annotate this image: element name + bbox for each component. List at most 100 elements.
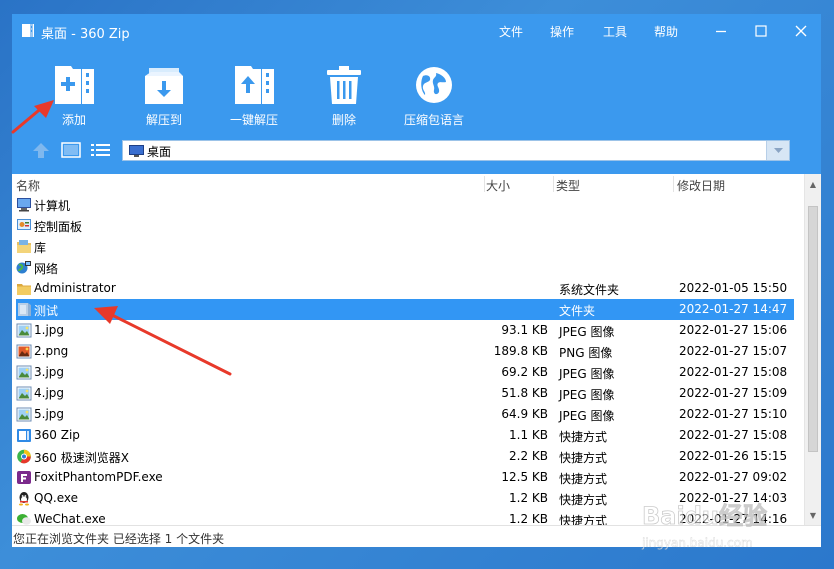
file-type: 快捷方式 [559, 430, 608, 444]
file-row[interactable]: 360 极速浏览器X 2.2 KB 快捷方式 2022-01-26 15:15 [12, 446, 794, 467]
close-icon [795, 25, 807, 37]
scroll-down-button[interactable]: ▼ [805, 507, 821, 523]
file-size: 1.2 KB [509, 512, 548, 525]
extract-to-icon [145, 68, 183, 104]
file-list-panel: 名称 大小 类型 修改日期 计算机 控制面板库网络 Administrator 系统文… [12, 174, 821, 525]
menu-operate[interactable]: 操作 [550, 23, 574, 40]
menu-help[interactable]: 帮助 [654, 23, 678, 40]
column-divider[interactable] [673, 176, 674, 192]
file-row[interactable]: Administrator 系统文件夹 2022-01-05 15:50 [12, 278, 794, 299]
file-name: 4.jpg [34, 386, 65, 400]
file-name: 计算机 [34, 199, 71, 213]
desktop-icon [129, 145, 144, 157]
image-icon [16, 386, 32, 401]
archive-language-button[interactable]: 压缩包语言 [399, 64, 469, 128]
scrollbar-thumb[interactable] [808, 206, 818, 452]
file-row[interactable]: 360 Zip 1.1 KB 快捷方式 2022-01-27 15:08 [12, 425, 794, 446]
file-type: JPEG 图像 [559, 367, 615, 381]
image-icon [16, 323, 32, 338]
file-type: 快捷方式 [559, 493, 608, 507]
scroll-up-button[interactable]: ▲ [805, 176, 821, 192]
file-modified-date: 2022-01-27 14:47 [679, 302, 788, 316]
maximize-button[interactable] [748, 20, 774, 42]
add-button[interactable]: 添加 [39, 64, 109, 128]
minimize-button[interactable] [708, 20, 734, 42]
file-row[interactable]: 库 [12, 236, 794, 257]
file-row[interactable]: QQ.exe 1.2 KB 快捷方式 2022-01-27 14:03 [12, 488, 794, 509]
file-size: 64.9 KB [501, 407, 548, 421]
file-modified-date: 2022-01-27 15:06 [679, 323, 788, 337]
column-divider[interactable] [553, 176, 554, 192]
file-size: 12.5 KB [501, 470, 548, 484]
zip-app-icon [22, 24, 34, 37]
delete-label: 删除 [331, 113, 356, 127]
file-row[interactable]: 计算机 [12, 194, 794, 215]
file-modified-date: 2022-01-27 15:08 [679, 428, 788, 442]
file-row[interactable]: 控制面板 [12, 215, 794, 236]
delete-button[interactable]: 删除 [309, 64, 379, 128]
file-row[interactable]: 1.jpg 93.1 KB JPEG 图像 2022-01-27 15:06 [12, 320, 794, 341]
address-bar[interactable]: 桌面 [122, 140, 790, 161]
file-size: 189.8 KB [493, 344, 548, 358]
column-divider[interactable] [484, 176, 485, 192]
file-name: 控制面板 [34, 220, 83, 234]
file-type: JPEG 图像 [559, 409, 615, 423]
column-size[interactable]: 大小 [486, 177, 510, 194]
file-size: 1.1 KB [509, 428, 548, 442]
file-modified-date: 2022-01-27 14:03 [679, 491, 788, 505]
file-type: JPEG 图像 [559, 388, 615, 402]
status-bar: 您正在浏览文件夹 已经选择 1 个文件夹 [12, 525, 821, 547]
one-click-extract-icon [235, 66, 274, 104]
folder-icon [16, 281, 32, 296]
file-type: 快捷方式 [559, 514, 608, 525]
file-row[interactable]: 2.png 189.8 KB PNG 图像 2022-01-27 15:07 [12, 341, 794, 362]
file-size: 51.8 KB [501, 386, 548, 400]
file-row[interactable]: 测试 文件夹 2022-01-27 14:47 [16, 299, 794, 320]
browser-icon [16, 449, 32, 464]
file-row[interactable]: FoxitPhantomPDF.exe 12.5 KB 快捷方式 2022-01-27… [12, 467, 794, 488]
file-type: 快捷方式 [559, 451, 608, 465]
file-modified-date: 2022-01-27 15:07 [679, 344, 788, 358]
menu-file[interactable]: 文件 [499, 23, 523, 40]
wechat-icon [16, 512, 32, 525]
file-size: 1.2 KB [509, 491, 548, 505]
library-icon [16, 239, 32, 254]
file-name: 网络 [34, 262, 59, 276]
one-click-extract-button[interactable]: 一键解压 [219, 64, 289, 128]
file-row[interactable]: 3.jpg 69.2 KB JPEG 图像 2022-01-27 15:08 [12, 362, 794, 383]
zip-app-icon [16, 428, 32, 443]
thumbnail-view-icon[interactable] [61, 142, 81, 158]
file-modified-date: 2022-01-05 15:50 [679, 281, 788, 295]
file-row[interactable]: 4.jpg 51.8 KB JPEG 图像 2022-01-27 15:09 [12, 383, 794, 404]
file-row[interactable]: 网络 [12, 257, 794, 278]
file-modified-date: 2022-01-27 15:10 [679, 407, 788, 421]
globe-icon [416, 67, 452, 103]
up-arrow-icon[interactable] [32, 142, 50, 159]
column-type[interactable]: 类型 [556, 177, 580, 194]
vertical-scrollbar[interactable]: ▲ ▼ [804, 174, 821, 525]
file-row[interactable]: 5.jpg 64.9 KB JPEG 图像 2022-01-27 15:10 [12, 404, 794, 425]
title-bar[interactable]: 桌面 - 360 Zip 文件 操作 工具 帮助 [12, 14, 821, 48]
file-modified-date: 2022-01-27 09:02 [679, 470, 788, 484]
column-name[interactable]: 名称 [16, 177, 40, 194]
add-icon [55, 66, 94, 104]
list-view-icon[interactable] [90, 142, 111, 158]
file-row[interactable]: WeChat.exe 1.2 KB 快捷方式 2022-01-27 14:16 [12, 509, 794, 525]
menu-tools[interactable]: 工具 [603, 23, 627, 40]
address-dropdown-button[interactable] [766, 141, 789, 160]
file-size: 2.2 KB [509, 449, 548, 463]
file-name: 测试 [34, 304, 59, 318]
file-type: PNG 图像 [559, 346, 613, 360]
file-modified-date: 2022-01-27 15:08 [679, 365, 788, 379]
file-name: QQ.exe [34, 491, 78, 505]
file-name: 360 Zip [34, 428, 80, 442]
file-type: 系统文件夹 [559, 283, 620, 297]
extract-to-button[interactable]: 解压到 [129, 64, 199, 128]
file-size: 69.2 KB [501, 365, 548, 379]
column-modified[interactable]: 修改日期 [677, 177, 725, 194]
close-button[interactable] [788, 20, 814, 42]
add-label: 添加 [61, 113, 86, 127]
file-name: FoxitPhantomPDF.exe [34, 470, 163, 484]
image-icon [16, 344, 32, 359]
maximize-icon [755, 25, 767, 37]
